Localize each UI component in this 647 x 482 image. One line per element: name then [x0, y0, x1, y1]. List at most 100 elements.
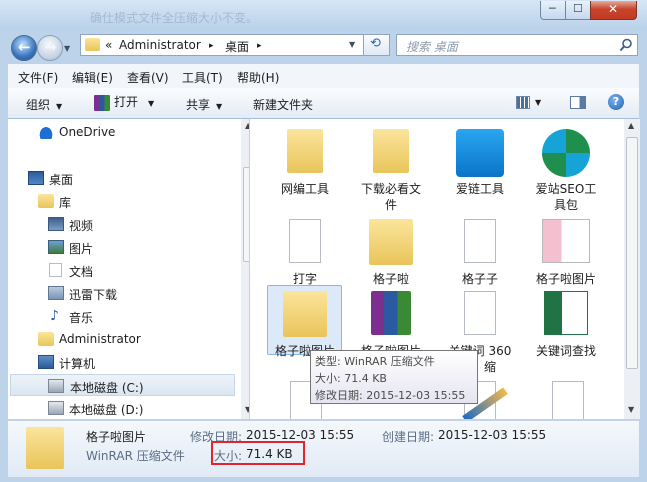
sidebar-item-label: 本地磁盘 (D:): [69, 403, 144, 417]
sidebar-item-onedrive[interactable]: OneDrive: [8, 121, 233, 143]
text-file-icon[interactable]: [552, 381, 584, 419]
item-label: 关键词查找: [535, 344, 596, 358]
sidebar-item-video[interactable]: 视频: [8, 213, 233, 235]
close-icon: ✕: [608, 2, 619, 16]
tooltip-size: 大小: 71.4 KB: [315, 372, 387, 385]
preview-pane-icon[interactable]: [570, 96, 586, 109]
open-button[interactable]: 打开 ▼: [94, 93, 154, 111]
share-label: 共享: [186, 98, 211, 112]
recent-pages-dropdown-icon[interactable]: ▼: [64, 44, 70, 53]
list-item[interactable]: 打字: [267, 213, 343, 286]
breadcrumb-separator[interactable]: ▸: [209, 41, 214, 51]
share-button[interactable]: 共享 ▼: [186, 96, 222, 113]
video-icon: [48, 217, 64, 231]
excel-file-icon: [544, 291, 588, 335]
list-item[interactable]: 网编工具: [267, 123, 343, 209]
sidebar-item-label: 视频: [69, 219, 94, 233]
details-pane: 格子啦图片 WinRAR 压缩文件 修改日期: 2015-12-03 15:55…: [8, 420, 639, 477]
navigation-scrollbar[interactable]: ▲ ▼: [241, 119, 249, 419]
breadcrumb-desktop[interactable]: 桌面: [225, 38, 249, 55]
list-item[interactable]: 格子子: [442, 213, 518, 286]
documents-icon: [49, 263, 62, 277]
sidebar-item-desktop[interactable]: 桌面: [8, 167, 233, 189]
link-tool-icon: [456, 129, 504, 177]
menu-view[interactable]: 查看(V): [127, 69, 169, 86]
sidebar-item-label: 图片: [69, 242, 94, 256]
minimize-button[interactable]: ─: [540, 1, 566, 20]
back-button[interactable]: ←: [11, 35, 37, 61]
list-item[interactable]: 格子啦图片: [528, 213, 604, 286]
view-dropdown-icon[interactable]: ▼: [535, 98, 541, 107]
sidebar-item-label: 库: [59, 196, 72, 210]
scroll-down-icon[interactable]: ▼: [245, 405, 249, 414]
sidebar-item-pictures[interactable]: 图片: [8, 236, 233, 258]
view-options-icon[interactable]: [516, 96, 530, 109]
item-label: 下载必看文: [360, 182, 421, 196]
breadcrumb-administrator[interactable]: Administrator: [119, 38, 201, 52]
menu-tools[interactable]: 工具(T): [182, 69, 223, 86]
search-icon[interactable]: [619, 38, 633, 52]
menu-edit[interactable]: 编辑(E): [72, 69, 113, 86]
sidebar-item-administrator[interactable]: Administrator: [8, 328, 233, 350]
folder-icon: [373, 129, 409, 173]
address-bar[interactable]: « Administrator ▸ 桌面 ▸ ▼: [80, 34, 364, 56]
list-item[interactable]: 格子啦图片: [353, 285, 429, 358]
breadcrumb-separator[interactable]: ▸: [257, 41, 262, 51]
list-item[interactable]: 爱链工具: [442, 123, 518, 209]
tooltip-type: 类型: WinRAR 压缩文件: [315, 355, 435, 368]
content-scrollbar[interactable]: ▲ ▼: [624, 119, 640, 419]
address-dropdown-icon[interactable]: ▼: [349, 40, 355, 49]
scrollbar-thumb[interactable]: [626, 137, 638, 369]
text-file-icon: [464, 219, 496, 263]
menu-file[interactable]: 文件(F): [18, 69, 58, 86]
archive-folder-icon: [26, 427, 64, 469]
title-bar[interactable]: 确仕模式文件全压缩大小不变。 ─ ☐ ✕: [0, 0, 647, 30]
scroll-up-icon[interactable]: ▲: [245, 121, 249, 130]
list-item[interactable]: 格子啦: [353, 213, 429, 286]
close-button[interactable]: ✕: [590, 1, 637, 20]
scroll-up-icon[interactable]: ▲: [628, 121, 634, 130]
search-box[interactable]: 搜索 桌面: [396, 34, 638, 56]
pictures-icon: [48, 240, 64, 254]
forward-button[interactable]: →: [37, 35, 63, 61]
sidebar-item-drive-d[interactable]: 本地磁盘 (D:): [8, 397, 233, 419]
folder-icon: [85, 38, 100, 51]
new-folder-button[interactable]: 新建文件夹: [253, 96, 313, 113]
maximize-button[interactable]: ☐: [565, 1, 591, 20]
sidebar-item-drive-c[interactable]: 本地磁盘 (C:): [10, 374, 235, 396]
sidebar-item-library[interactable]: 库: [8, 190, 233, 212]
organize-button[interactable]: 组织 ▼: [26, 96, 62, 113]
help-icon[interactable]: ?: [608, 94, 624, 110]
sidebar-item-xunlei[interactable]: 迅雷下载: [8, 282, 233, 304]
details-file-name: 格子啦图片: [86, 430, 147, 444]
menu-help[interactable]: 帮助(H): [237, 69, 279, 86]
folder-icon: [287, 129, 323, 173]
file-tooltip: 类型: WinRAR 压缩文件 大小: 71.4 KB 修改日期: 2015-1…: [310, 350, 478, 404]
list-item[interactable]: 关键词 360 缩: [442, 285, 518, 374]
scrollbar-thumb[interactable]: [243, 167, 249, 262]
list-item[interactable]: 爱站SEO工 具包: [528, 123, 604, 212]
item-label: 爱链工具: [455, 182, 504, 196]
breadcrumb-overflow[interactable]: «: [105, 38, 112, 52]
sidebar-item-computer[interactable]: 计算机: [8, 351, 233, 373]
sidebar-item-label: 计算机: [59, 357, 96, 371]
computer-icon: [38, 355, 54, 369]
refresh-icon: ⟲: [370, 36, 381, 51]
list-item[interactable]: 下载必看文 件: [353, 123, 429, 212]
desktop-icon: [28, 171, 44, 185]
refresh-button[interactable]: ⟲: [364, 34, 390, 56]
seo-tool-icon: [542, 129, 590, 177]
drive-icon: [48, 379, 64, 393]
drive-icon: [48, 401, 64, 415]
list-item[interactable]: 关键词查找: [528, 285, 604, 358]
organize-label: 组织: [26, 98, 51, 112]
sidebar-item-music[interactable]: ♪ 音乐: [8, 305, 233, 327]
forward-arrow-icon: →: [44, 38, 57, 56]
scroll-down-icon[interactable]: ▼: [628, 405, 634, 414]
search-input[interactable]: 搜索 桌面: [406, 38, 458, 55]
chevron-down-icon: ▼: [148, 99, 155, 108]
new-folder-label: 新建文件夹: [253, 98, 314, 112]
details-created-value: 2015-12-03 15:55: [438, 428, 547, 442]
list-item-selected[interactable]: 格子啦图片: [267, 285, 343, 358]
sidebar-item-documents[interactable]: 文档: [8, 259, 233, 281]
